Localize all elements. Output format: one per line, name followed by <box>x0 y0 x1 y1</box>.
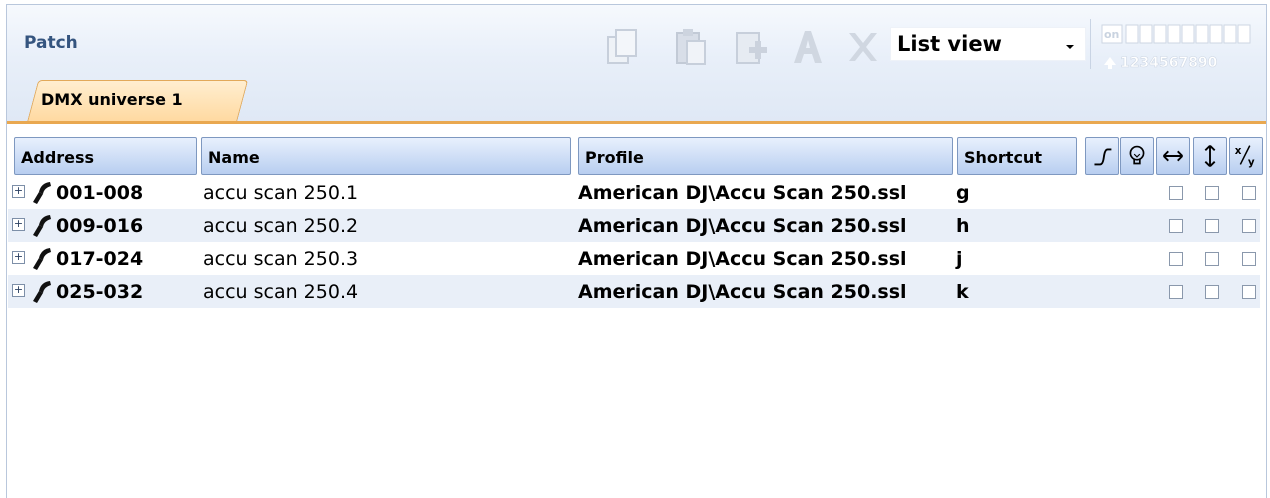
cell-profile: American DJ\Accu Scan 250.ssl <box>578 182 907 204</box>
cell-address: 017-024 <box>56 248 144 270</box>
expand-icon[interactable]: + <box>12 185 25 198</box>
xy-swap-checkbox[interactable] <box>1242 252 1256 266</box>
fixture-icon <box>30 180 52 204</box>
column-profile[interactable]: Profile <box>578 137 953 175</box>
vertical-swap-checkbox[interactable] <box>1205 252 1219 266</box>
copy-icon[interactable] <box>605 27 641 67</box>
vertical-swap-checkbox[interactable] <box>1205 186 1219 200</box>
cell-name: accu scan 250.3 <box>203 248 359 270</box>
cell-shortcut: k <box>956 281 969 303</box>
cell-name: accu scan 250.1 <box>203 182 359 204</box>
horizontal-swap-checkbox[interactable] <box>1169 252 1183 266</box>
xy-swap-checkbox[interactable] <box>1242 186 1256 200</box>
cell-profile: American DJ\Accu Scan 250.ssl <box>578 215 907 237</box>
cell-address: 001-008 <box>56 182 144 204</box>
expand-icon[interactable]: + <box>12 218 25 231</box>
table-row[interactable]: + 009-016 accu scan 250.2 American DJ\Ac… <box>8 209 1260 242</box>
table-row[interactable]: + 001-008 accu scan 250.1 American DJ\Ac… <box>8 176 1260 209</box>
add-icon[interactable] <box>733 27 769 67</box>
cell-shortcut: h <box>956 215 970 237</box>
cell-name: accu scan 250.2 <box>203 215 359 237</box>
column-name[interactable]: Name <box>201 137 571 175</box>
dmx-indicator: on 1234567890 <box>1096 21 1254 71</box>
delete-icon[interactable] <box>845 27 881 67</box>
cell-name: accu scan 250.4 <box>203 281 359 303</box>
tab-underline <box>7 121 1266 124</box>
fixture-icon <box>30 246 52 270</box>
horizontal-swap-icon[interactable] <box>1156 137 1190 175</box>
chevron-down-icon[interactable] <box>1061 32 1079 56</box>
table-row[interactable]: + 025-032 accu scan 250.4 American DJ\Ac… <box>8 275 1260 308</box>
vertical-swap-icon[interactable] <box>1193 137 1227 175</box>
dmx-digits: 1234567890 <box>1120 55 1218 71</box>
horizontal-swap-checkbox[interactable] <box>1169 285 1183 299</box>
dmx-on-label: on <box>1104 28 1119 41</box>
xy-swap-checkbox[interactable] <box>1242 285 1256 299</box>
toolbar-divider <box>1090 19 1091 69</box>
expand-icon[interactable]: + <box>12 284 25 297</box>
xy-swap-checkbox[interactable] <box>1242 219 1256 233</box>
column-address[interactable]: Address <box>14 137 197 175</box>
tab-dmx-universe-1-label[interactable]: DMX universe 1 <box>41 90 183 109</box>
svg-text:y: y <box>1248 156 1255 168</box>
cell-shortcut: j <box>956 248 963 270</box>
xy-swap-icon[interactable]: xy <box>1229 137 1263 175</box>
horizontal-swap-checkbox[interactable] <box>1169 219 1183 233</box>
horizontal-swap-checkbox[interactable] <box>1169 186 1183 200</box>
vertical-swap-checkbox[interactable] <box>1205 219 1219 233</box>
view-select-value: List view <box>897 32 1002 56</box>
panel-header: Patch List view on 1234567890 DMX univer… <box>7 5 1266 124</box>
fixture-icon <box>30 279 52 303</box>
paste-icon[interactable] <box>673 27 709 67</box>
cell-shortcut: g <box>956 182 970 204</box>
cell-profile: American DJ\Accu Scan 250.ssl <box>578 248 907 270</box>
table-row[interactable]: + 017-024 accu scan 250.3 American DJ\Ac… <box>8 242 1260 275</box>
rename-icon[interactable] <box>790 27 826 67</box>
vertical-swap-checkbox[interactable] <box>1205 285 1219 299</box>
view-select[interactable]: List view <box>890 27 1086 61</box>
column-shortcut[interactable]: Shortcut <box>957 137 1077 175</box>
panel-title: Patch <box>24 33 78 53</box>
cell-address: 025-032 <box>56 281 144 303</box>
cell-address: 009-016 <box>56 215 144 237</box>
cell-profile: American DJ\Accu Scan 250.ssl <box>578 281 907 303</box>
fixture-icon <box>30 213 52 237</box>
svg-text:x: x <box>1235 145 1242 157</box>
bulb-icon[interactable] <box>1120 137 1154 175</box>
curve-icon[interactable] <box>1085 137 1119 175</box>
expand-icon[interactable]: + <box>12 251 25 264</box>
